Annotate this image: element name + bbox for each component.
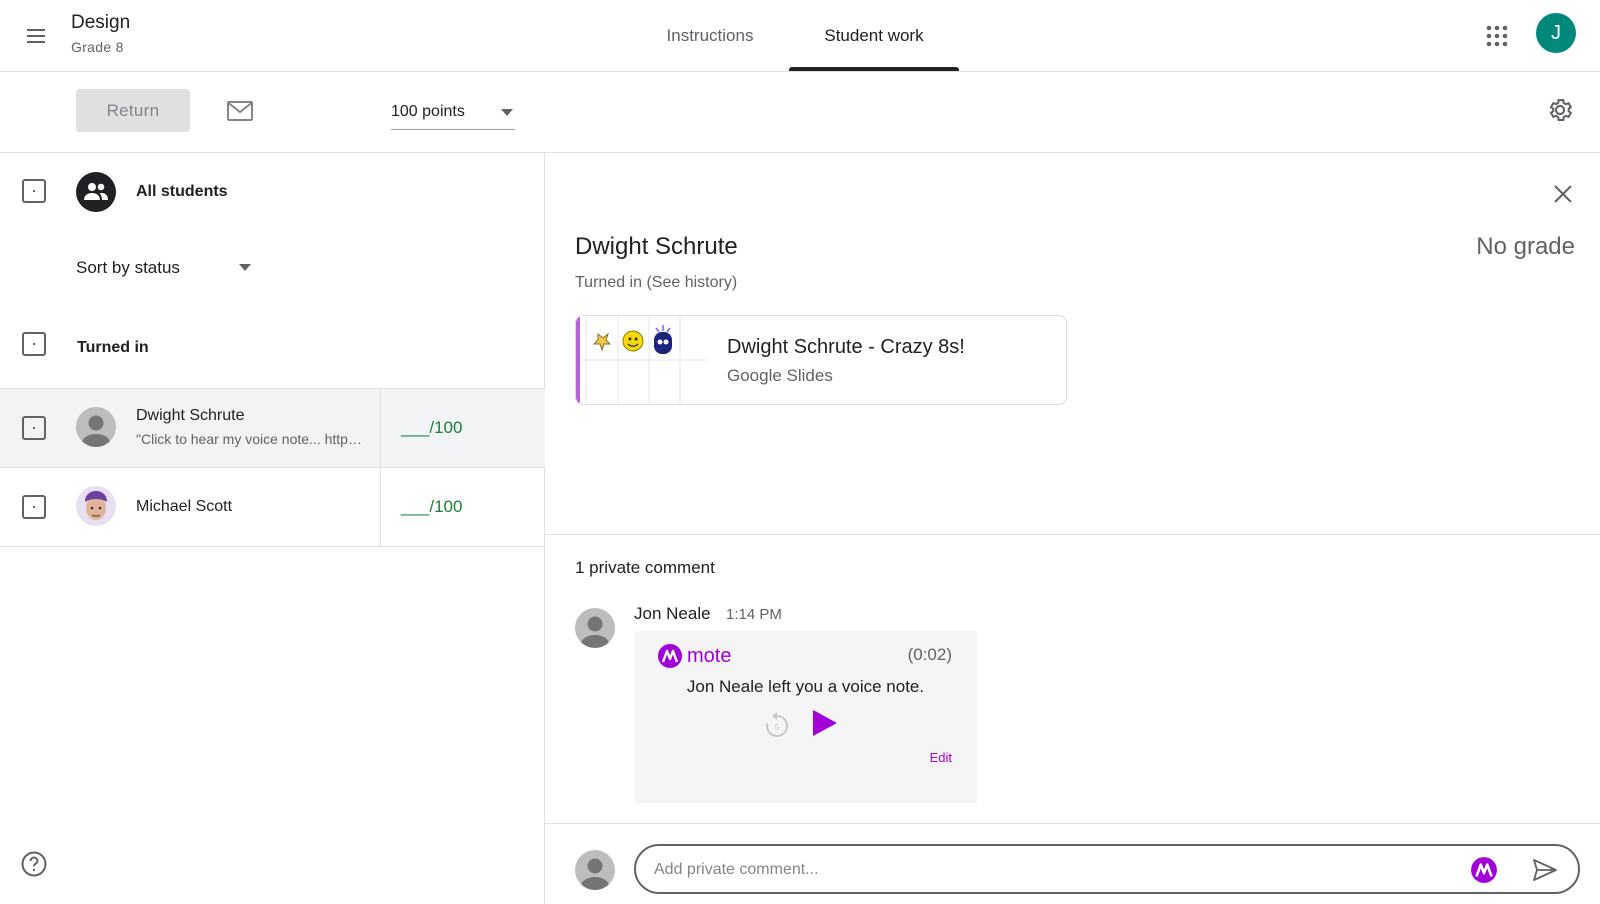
private-comment-input[interactable] <box>654 858 1434 882</box>
grade-cell[interactable]: ___/100 <box>380 389 545 468</box>
student-name: Dwight Schrute <box>136 407 245 424</box>
see-history-link[interactable]: (See history) <box>646 274 737 291</box>
student-photo-avatar <box>76 486 116 526</box>
grade-value: ___/100 <box>401 497 463 516</box>
default-avatar-icon <box>575 608 615 648</box>
student-checkbox[interactable] <box>22 495 46 519</box>
student-comment-snippet: "Click to hear my voice note... https://… <box>136 431 366 447</box>
voice-note-card: mote (0:02) Jon Neale left you a voice n… <box>634 631 977 803</box>
submission-status: Turned in (See history) <box>575 274 737 292</box>
apps-grid-icon[interactable] <box>1477 16 1517 56</box>
student-checkbox[interactable] <box>22 416 46 440</box>
slides-thumbnail <box>576 316 707 404</box>
email-icon[interactable] <box>222 94 258 128</box>
section-label: Turned in <box>77 339 149 356</box>
student-roster-panel: All students Sort by status Turned in Dw… <box>0 153 545 904</box>
turned-in-checkbox[interactable] <box>22 332 46 356</box>
attachment-type: Google Slides <box>727 366 833 385</box>
grade-cell[interactable]: ___/100 <box>380 468 545 547</box>
close-icon[interactable] <box>1547 178 1579 210</box>
chevron-down-icon <box>239 264 251 271</box>
class-title: Design <box>71 12 131 33</box>
attachment-card[interactable]: Dwight Schrute - Crazy 8s! Google Slides <box>575 315 1067 405</box>
default-avatar-icon <box>575 850 615 890</box>
comment-timestamp: 1:14 PM <box>726 606 782 623</box>
student-row[interactable]: Dwight Schrute "Click to hear my voice n… <box>0 388 545 468</box>
active-tab-indicator <box>789 67 959 71</box>
private-comments-heading: 1 private comment <box>575 558 715 577</box>
grade-status: No grade <box>1476 233 1575 260</box>
mote-logo: mote <box>657 642 731 670</box>
all-students-checkbox[interactable] <box>22 179 46 203</box>
comment-author: Jon Neale <box>634 604 711 623</box>
help-icon[interactable] <box>20 850 48 878</box>
points-select-value: 100 points <box>391 103 465 120</box>
play-icon[interactable] <box>807 707 839 739</box>
status-text: Turned in <box>575 274 642 291</box>
selected-student-name: Dwight Schrute <box>575 233 738 260</box>
student-row[interactable]: Michael Scott ___/100 <box>0 467 545 547</box>
points-select[interactable]: 100 points <box>391 96 515 130</box>
private-comment-box <box>634 844 1580 894</box>
tab-instructions[interactable]: Instructions <box>640 0 780 72</box>
voice-note-message: Jon Neale left you a voice note. <box>686 677 925 696</box>
sort-select-value: Sort by status <box>76 258 180 277</box>
divider <box>545 534 1600 535</box>
student-name: Michael Scott <box>136 498 233 515</box>
settings-gear-icon[interactable] <box>1542 92 1578 128</box>
grading-toolbar: Return 100 points <box>0 72 1600 153</box>
all-students-row: All students <box>0 153 545 233</box>
send-icon[interactable] <box>1530 856 1560 884</box>
voice-note-duration: (0:02) <box>907 645 952 664</box>
top-app-bar: Design Grade 8 Instructions Student work… <box>0 0 1600 72</box>
mote-brand: mote <box>687 644 732 667</box>
attachment-title: Dwight Schrute - Crazy 8s! <box>727 336 965 358</box>
voice-note-edit-link[interactable]: Edit <box>930 750 952 765</box>
menu-icon[interactable] <box>16 16 56 56</box>
account-avatar[interactable]: J <box>1536 13 1576 53</box>
svg-text:5: 5 <box>775 723 780 732</box>
default-avatar-icon <box>76 407 116 447</box>
student-detail-panel: Dwight Schrute No grade Turned in (See h… <box>545 153 1600 904</box>
grade-value: ___/100 <box>401 418 463 437</box>
mote-record-icon[interactable] <box>1469 855 1499 885</box>
all-students-label: All students <box>136 183 228 200</box>
turned-in-section-header: Turned in <box>0 308 545 378</box>
mote-logo-icon <box>658 644 682 668</box>
replay-5s-icon[interactable]: 5 <box>762 710 792 740</box>
tab-student-work[interactable]: Student work <box>789 0 959 72</box>
class-subtitle: Grade 8 <box>71 39 124 55</box>
chevron-down-icon <box>501 109 513 116</box>
divider <box>545 823 1600 824</box>
group-icon <box>76 172 116 212</box>
sort-select[interactable]: Sort by status <box>76 254 256 284</box>
return-button[interactable]: Return <box>76 89 190 132</box>
